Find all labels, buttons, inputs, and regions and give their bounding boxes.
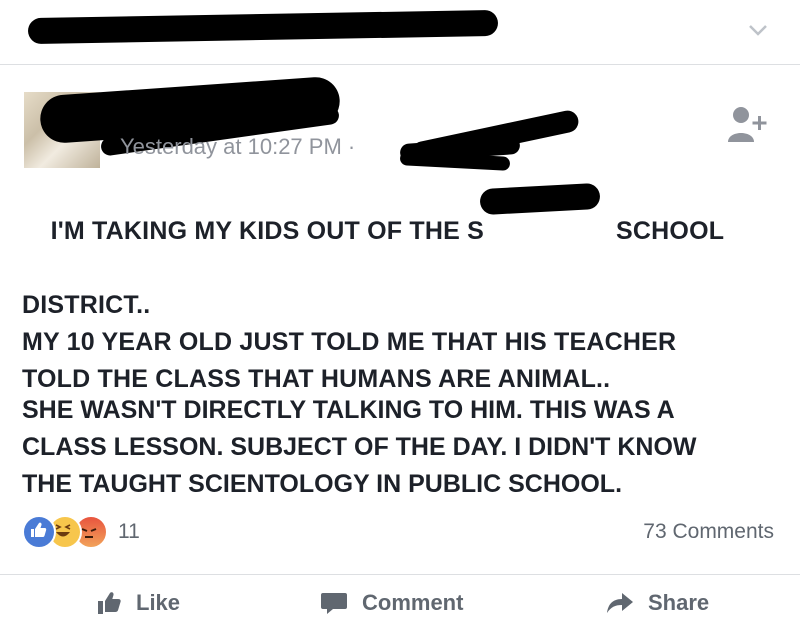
share-icon	[607, 593, 633, 613]
like-icon	[98, 592, 121, 614]
body-line: DISTRICT..	[22, 291, 151, 319]
comment-button[interactable]: Comment	[320, 590, 463, 616]
top-strip	[0, 0, 800, 65]
redaction-bar	[27, 9, 499, 45]
body-line: THE TAUGHT SCIENTOLOGY IN PUBLIC SCHOOL.	[22, 470, 623, 498]
reaction-count[interactable]: 11	[118, 520, 140, 544]
like-label: Like	[136, 590, 181, 615]
body-line: SHE WASN'T DIRECTLY TALKING TO HIM. THIS…	[22, 396, 675, 424]
reactions-summary[interactable]: 11	[22, 512, 140, 552]
body-line: CLASS LESSON. SUBJECT OF THE DAY. I DIDN…	[22, 433, 697, 461]
comment-label: Comment	[362, 590, 464, 615]
like-reaction-icon	[22, 515, 56, 549]
divider	[0, 574, 800, 575]
body-line: I'M TAKING MY KIDS OUT OF THE S	[50, 217, 485, 245]
action-bar: Like Comment Share	[0, 580, 800, 640]
post-body-paragraph: SHE WASN'T DIRECTLY TALKING TO HIM. THIS…	[22, 392, 782, 503]
like-button[interactable]: Like	[96, 590, 180, 616]
body-line: MY 10 YEAR OLD JUST TOLD ME THAT HIS TEA…	[22, 328, 677, 356]
body-line-end: SCHOOL	[616, 217, 725, 245]
comment-icon	[321, 593, 347, 614]
share-button[interactable]: Share	[606, 590, 709, 616]
post-timestamp[interactable]: Yesterday at 10:27 PM ·	[120, 134, 355, 160]
chevron-down-icon[interactable]	[746, 18, 770, 42]
add-friend-icon[interactable]	[726, 104, 770, 144]
post-body: I'M TAKING MY KIDS OUT OF THE S SCHOOL DI…	[22, 176, 762, 398]
share-label: Share	[648, 590, 710, 615]
comments-count[interactable]: 73 Comments	[643, 520, 774, 544]
